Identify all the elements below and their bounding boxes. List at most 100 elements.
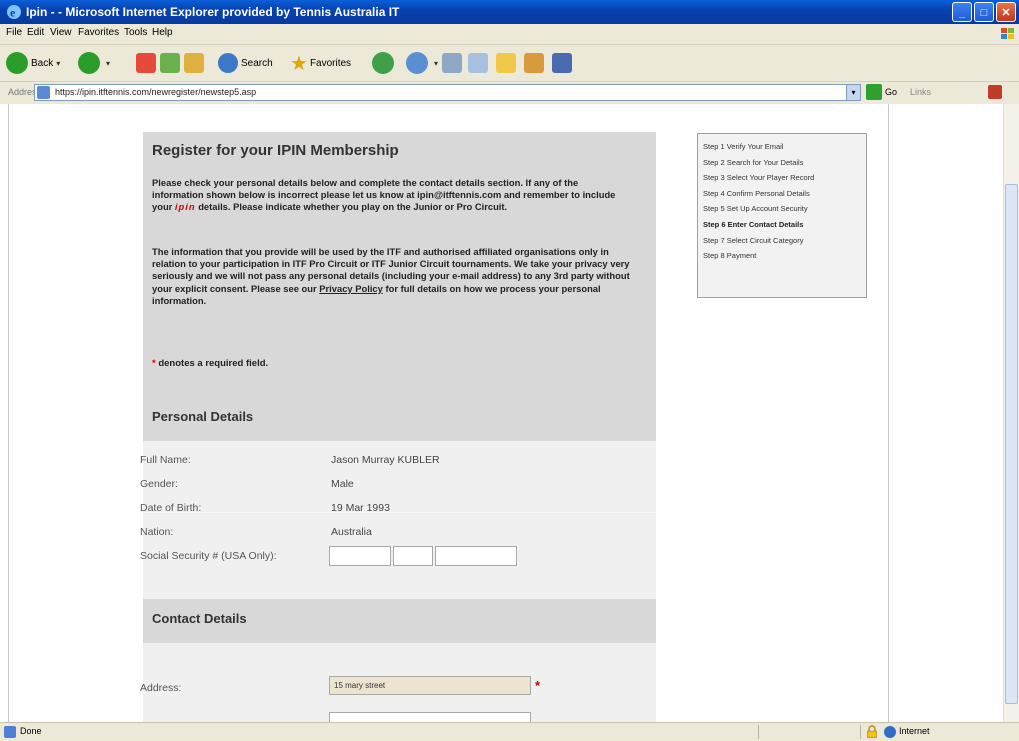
stop-icon — [136, 53, 156, 73]
favorites-label: Favorites — [309, 57, 352, 69]
print-button[interactable] — [442, 50, 462, 76]
favorites-button[interactable]: ★ Favorites — [290, 50, 351, 76]
home-icon — [184, 53, 204, 73]
forward-arrow-icon — [78, 52, 100, 74]
page-border-left — [8, 104, 9, 722]
go-arrow-icon — [866, 84, 882, 100]
messenger-icon — [524, 53, 544, 73]
forward-button[interactable]: ▾ — [78, 50, 110, 76]
gender-label: Gender: — [140, 478, 178, 490]
full-name-value: Jason Murray KUBLER — [331, 454, 440, 466]
internet-zone-icon — [884, 726, 896, 738]
back-button[interactable]: Back ▾ — [6, 50, 60, 76]
page-icon — [37, 86, 50, 99]
step-4: Step 4 Confirm Personal Details — [703, 188, 810, 198]
edit-button[interactable] — [468, 50, 488, 76]
search-icon — [218, 53, 238, 73]
minimize-button[interactable]: _ — [952, 2, 972, 22]
ssn-part2-input[interactable] — [393, 546, 433, 566]
menu-favorites[interactable]: Favorites — [78, 27, 119, 38]
status-divider — [860, 725, 861, 739]
step-5: Step 5 Set Up Account Security — [703, 204, 808, 214]
status-divider — [758, 725, 759, 739]
vertical-scrollbar[interactable] — [1003, 104, 1019, 722]
go-label: Go — [885, 87, 898, 97]
ie-logo-icon: e — [7, 5, 21, 20]
privacy-policy-link[interactable]: Privacy Policy — [319, 283, 383, 294]
scrollbar-thumb[interactable] — [1005, 184, 1018, 704]
links-button[interactable]: Links — [910, 87, 931, 97]
back-label: Back — [31, 57, 54, 69]
extension-icon[interactable] — [988, 85, 1002, 99]
ssn-label: Social Security # (USA Only): — [140, 550, 277, 562]
status-text: Done — [20, 726, 42, 736]
ipin-word: ipin — [174, 201, 196, 213]
address-input[interactable]: https://ipin.itftennis.com/newregister/n… — [34, 84, 861, 101]
row-divider — [143, 512, 656, 513]
dob-value: 19 Mar 1993 — [331, 502, 390, 514]
personal-details-header: Personal Details — [143, 397, 656, 441]
intro-paragraph-2: The information that you provide will be… — [152, 246, 630, 306]
internet-zone-text: Internet — [899, 726, 930, 736]
refresh-button[interactable] — [160, 50, 180, 76]
menu-tools[interactable]: Tools — [124, 27, 147, 38]
contact-details-title: Contact Details — [152, 611, 247, 626]
ssn-part3-input[interactable] — [435, 546, 517, 566]
step-1: Step 1 Verify Your Email — [703, 142, 784, 151]
registration-form: Register for your IPIN Membership Please… — [140, 132, 656, 722]
page-border-right — [888, 104, 889, 722]
chevron-down-icon: ▾ — [434, 58, 439, 68]
intro-panel: Register for your IPIN Membership Please… — [143, 132, 656, 397]
step-8: Step 8 Payment — [703, 251, 757, 261]
research-icon — [552, 53, 572, 73]
intro-paragraph-1: Please check your personal details below… — [152, 177, 616, 213]
page-title: Register for your IPIN Membership — [152, 142, 399, 159]
ssn-part1-input[interactable] — [329, 546, 391, 566]
home-button[interactable] — [184, 50, 204, 76]
nation-label: Nation: — [140, 526, 174, 538]
window-title: Ipin - - Microsoft Internet Explorer pro… — [26, 5, 400, 19]
registration-steps: Step 1 Verify Your Email Step 2 Search f… — [697, 133, 867, 298]
personal-details-title: Personal Details — [152, 409, 254, 424]
search-button[interactable]: Search — [218, 50, 273, 76]
address-field-label: Address: — [140, 682, 182, 694]
print-icon — [442, 53, 462, 73]
address-line2-input[interactable] — [329, 712, 531, 722]
address-line1-input[interactable]: 15 mary street — [329, 676, 531, 695]
menu-view[interactable]: View — [50, 27, 72, 38]
page-done-icon — [4, 726, 16, 738]
step-2: Step 2 Search for Your Details — [703, 157, 804, 167]
nation-value: Australia — [331, 526, 372, 538]
step-3: Step 3 Select Your Player Record — [703, 173, 815, 183]
full-name-label: Full Name: — [140, 454, 191, 466]
required-note: * denotes a required field. — [152, 358, 269, 369]
address-dropdown-button[interactable]: ▾ — [846, 84, 861, 101]
contact-details-header: Contact Details — [143, 599, 656, 643]
maximize-button[interactable]: □ — [974, 2, 994, 22]
stop-button[interactable] — [136, 50, 156, 76]
gender-value: Male — [331, 478, 354, 490]
address-url: https://ipin.itftennis.com/newregister/n… — [55, 87, 257, 97]
mail-button[interactable]: ▾ — [406, 50, 438, 76]
close-button[interactable]: ✕ — [996, 2, 1016, 22]
mail-icon — [406, 52, 428, 74]
messenger-button[interactable] — [524, 50, 544, 76]
go-button[interactable]: Go — [866, 84, 897, 100]
refresh-icon — [160, 53, 180, 73]
menu-edit[interactable]: Edit — [27, 27, 44, 38]
folder-icon — [496, 53, 516, 73]
address-bar: Address https://ipin.itftennis.com/newre… — [0, 82, 1019, 105]
menu-file[interactable]: File — [6, 27, 22, 38]
dob-label: Date of Birth: — [140, 502, 202, 514]
star-icon: ★ — [290, 52, 308, 75]
lock-icon — [867, 725, 877, 738]
research-button[interactable] — [552, 50, 572, 76]
history-button[interactable] — [372, 50, 397, 76]
windows-flag-icon — [1001, 28, 1014, 39]
menu-help[interactable]: Help — [152, 27, 173, 38]
folder-button[interactable] — [496, 50, 516, 76]
history-icon — [372, 52, 394, 74]
toolbar: Back ▾ ▾ Search ★ Favorites ▾ — [0, 45, 1019, 82]
back-arrow-icon — [6, 52, 28, 74]
step-6-active: Step 6 Enter Contact Details — [703, 219, 804, 229]
